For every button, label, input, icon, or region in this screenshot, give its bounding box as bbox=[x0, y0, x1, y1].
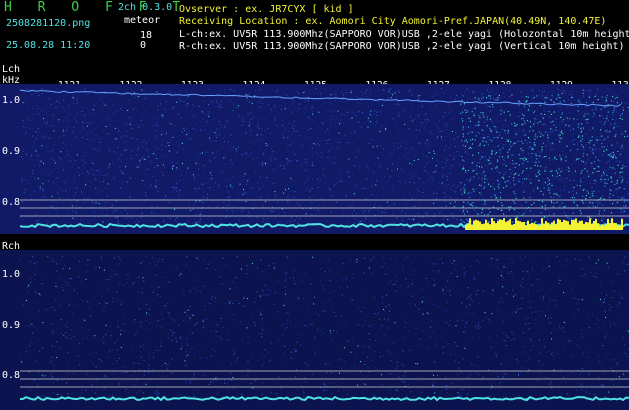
rch-tick-0-9: 0.9 bbox=[2, 320, 21, 331]
location-line: Receiving Location : ex. Aomori City Aom… bbox=[179, 16, 607, 27]
lch-tick-1-0: 1.0 bbox=[2, 95, 21, 106]
observer-line: Ovserver : ex. JR7CYX [ kid ] bbox=[179, 4, 354, 15]
datetime-label: 25.08.28 11:20 bbox=[6, 40, 91, 51]
filename-label: 2508281120.png bbox=[6, 18, 91, 29]
meteor-label: meteor bbox=[124, 15, 161, 26]
lch-label: Lch bbox=[2, 64, 21, 75]
rch-tick-0-8: 0.8 bbox=[2, 370, 21, 381]
rch-info-line: R-ch:ex. UV5R 113.900Mhz(SAPPORO VOR)USB… bbox=[179, 41, 625, 52]
lch-tick-0-8: 0.8 bbox=[2, 197, 21, 208]
lch-tick-0-9: 0.9 bbox=[2, 146, 21, 157]
rch-tick-1-0: 1.0 bbox=[2, 269, 21, 280]
mode-label: 2ch 0.3.0 bbox=[118, 2, 173, 13]
lch-spectrogram bbox=[0, 84, 629, 234]
lch-info-line: L-ch:ex. UV5R 113.900Mhz(SAPPORO VOR)USB… bbox=[179, 29, 629, 40]
rch-spectrogram bbox=[0, 250, 629, 410]
meteor-count-rch: 0 bbox=[140, 40, 147, 51]
